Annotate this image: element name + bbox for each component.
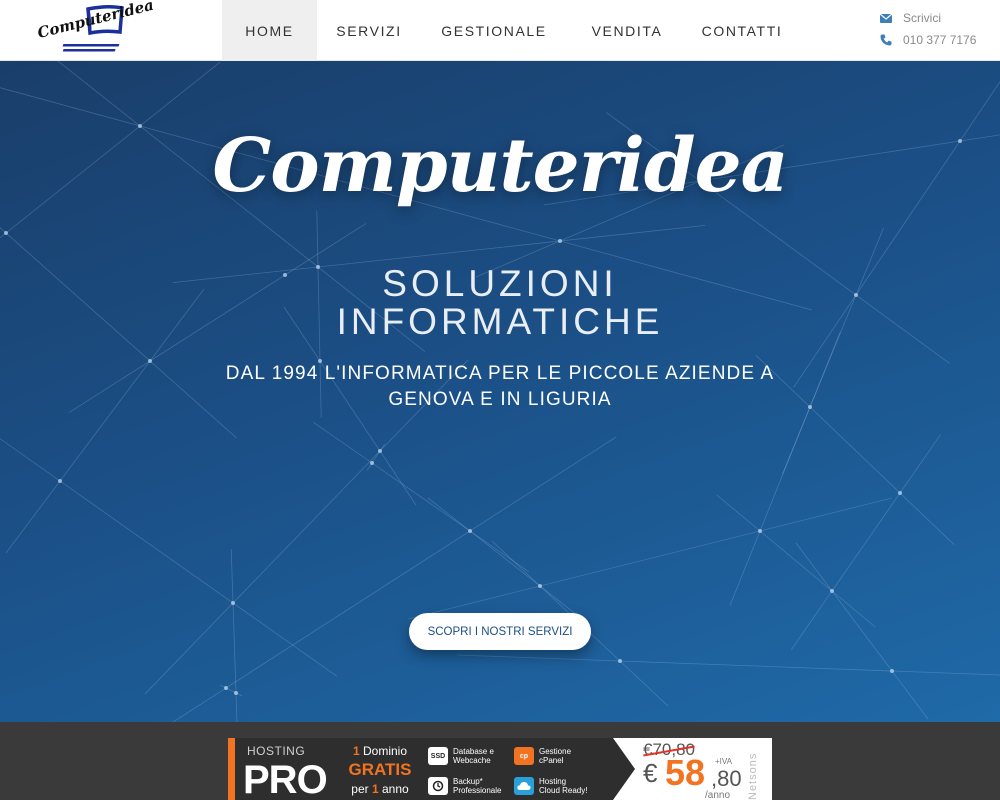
network-line bbox=[230, 548, 238, 722]
computeridea-logo[interactable]: Computeridea bbox=[36, 0, 156, 58]
network-line bbox=[312, 421, 530, 573]
network-node bbox=[618, 659, 622, 663]
hero-section: Computeridea SOLUZIONI INFORMATICHE DAL … bbox=[0, 61, 1000, 722]
ad-promo-line1: 1 Dominio bbox=[340, 744, 420, 758]
feature-database: SSD Database e Webcache bbox=[428, 744, 494, 768]
backup-icon bbox=[428, 777, 448, 795]
ad-promo-domain: Dominio bbox=[359, 744, 408, 758]
main-nav: HOME SERVIZI GESTIONALE VENDITA CONTATTI bbox=[222, 0, 797, 61]
ad-promo-per: per bbox=[351, 782, 372, 796]
network-line bbox=[0, 438, 338, 677]
feature-label: Backup* Professionale bbox=[453, 777, 501, 795]
site-header: Computeridea HOME SERVIZI GESTIONALE VEN… bbox=[0, 0, 1000, 61]
hero-title: Computeridea bbox=[212, 123, 788, 209]
network-node bbox=[830, 589, 834, 593]
hero-tagline-line2: GENOVA E IN LIGURIA bbox=[388, 389, 612, 410]
network-line bbox=[427, 497, 583, 620]
feature-cpanel: cp Gestione cPanel bbox=[514, 744, 571, 768]
network-node bbox=[558, 239, 562, 243]
nav-item-gestionale[interactable]: GESTIONALE bbox=[421, 0, 567, 61]
hero-tagline-line1: DAL 1994 L'INFORMATICA PER LE PICCOLE AZ… bbox=[225, 363, 775, 384]
network-node bbox=[234, 691, 238, 695]
network-line bbox=[407, 497, 893, 620]
hero-subtitle: SOLUZIONI INFORMATICHE bbox=[0, 265, 1000, 341]
phone-icon bbox=[878, 33, 894, 47]
feature-label-2: cPanel bbox=[539, 756, 564, 765]
network-line bbox=[790, 433, 942, 651]
ad-hosting-label: HOSTING bbox=[247, 744, 306, 758]
network-node bbox=[538, 584, 542, 588]
network-node bbox=[224, 686, 228, 690]
ad-currency-symbol: € bbox=[643, 758, 658, 788]
hero-subtitle-line1: SOLUZIONI bbox=[382, 263, 618, 304]
network-line bbox=[456, 654, 1000, 676]
nav-item-contatti[interactable]: CONTATTI bbox=[687, 0, 797, 61]
network-node bbox=[4, 231, 8, 235]
feature-backup: Backup* Professionale bbox=[428, 774, 501, 798]
ad-price-iva: +IVA bbox=[715, 757, 732, 766]
ad-promo-number1: 1 bbox=[352, 744, 360, 758]
hero-tagline: DAL 1994 L'INFORMATICA PER LE PICCOLE AZ… bbox=[150, 361, 850, 413]
network-node bbox=[890, 669, 894, 673]
ad-pro-label: PRO bbox=[243, 758, 328, 800]
hosting-ad-banner[interactable]: HOSTING PRO 1 Dominio GRATIS per 1 anno … bbox=[228, 738, 772, 800]
contact-phone-number: 010 377 7176 bbox=[903, 33, 977, 47]
cloud-icon bbox=[514, 777, 534, 795]
contact-email-link[interactable]: Scrivici bbox=[878, 11, 941, 25]
feature-label-1: Hosting bbox=[539, 777, 567, 786]
nav-item-servizi[interactable]: SERVIZI bbox=[317, 0, 421, 61]
ad-price-integer: 58 bbox=[665, 752, 706, 793]
ad-brand-label: Netsons bbox=[747, 752, 759, 800]
ad-promo-number3: 1 bbox=[371, 782, 379, 796]
ad-price-cents: ,80 bbox=[711, 766, 742, 791]
feature-label: Database e Webcache bbox=[453, 747, 494, 765]
feature-cloud: Hosting Cloud Ready! bbox=[514, 774, 587, 798]
network-node bbox=[898, 491, 902, 495]
discover-services-button[interactable]: SCOPRI I NOSTRI SERVIZI bbox=[409, 613, 591, 650]
ad-price-panel: €70,80 € 58 +IVA ,80 /anno Netsons bbox=[613, 738, 772, 800]
feature-label-2: Professionale bbox=[453, 786, 502, 795]
feature-label: Hosting Cloud Ready! bbox=[539, 777, 587, 795]
network-line bbox=[219, 684, 243, 697]
network-line bbox=[172, 436, 617, 722]
network-node bbox=[370, 461, 374, 465]
cpanel-icon: cp bbox=[514, 747, 534, 765]
feature-label: Gestione cPanel bbox=[539, 747, 571, 765]
network-node bbox=[378, 449, 382, 453]
network-line bbox=[716, 494, 876, 628]
feature-label-2: Cloud Ready! bbox=[539, 786, 588, 795]
ad-promo-year: anno bbox=[378, 782, 409, 796]
hero-subtitle-line2: INFORMATICHE bbox=[336, 301, 664, 342]
feature-label-1: Backup* bbox=[453, 777, 483, 786]
feature-label-1: Database e bbox=[453, 747, 494, 756]
nav-item-home[interactable]: HOME bbox=[222, 0, 317, 61]
ssd-icon: SSD bbox=[428, 747, 448, 765]
ad-promo-line3: per 1 anno bbox=[340, 782, 420, 796]
contact-email-label: Scrivici bbox=[903, 11, 941, 25]
network-node bbox=[758, 529, 762, 533]
network-node bbox=[58, 479, 62, 483]
network-node bbox=[231, 601, 235, 605]
ad-accent-bar bbox=[228, 738, 235, 800]
feature-label-2: Webcache bbox=[453, 756, 491, 765]
banner-strip: HOSTING PRO 1 Dominio GRATIS per 1 anno … bbox=[0, 722, 1000, 800]
network-node bbox=[468, 529, 472, 533]
nav-item-vendita[interactable]: VENDITA bbox=[567, 0, 687, 61]
ad-price-period: /anno bbox=[705, 790, 731, 800]
envelope-icon bbox=[878, 11, 894, 25]
network-line bbox=[795, 542, 929, 720]
feature-label-1: Gestione bbox=[539, 747, 572, 756]
ad-promo-free: GRATIS bbox=[348, 760, 412, 779]
contact-phone-link[interactable]: 010 377 7176 bbox=[878, 33, 976, 47]
